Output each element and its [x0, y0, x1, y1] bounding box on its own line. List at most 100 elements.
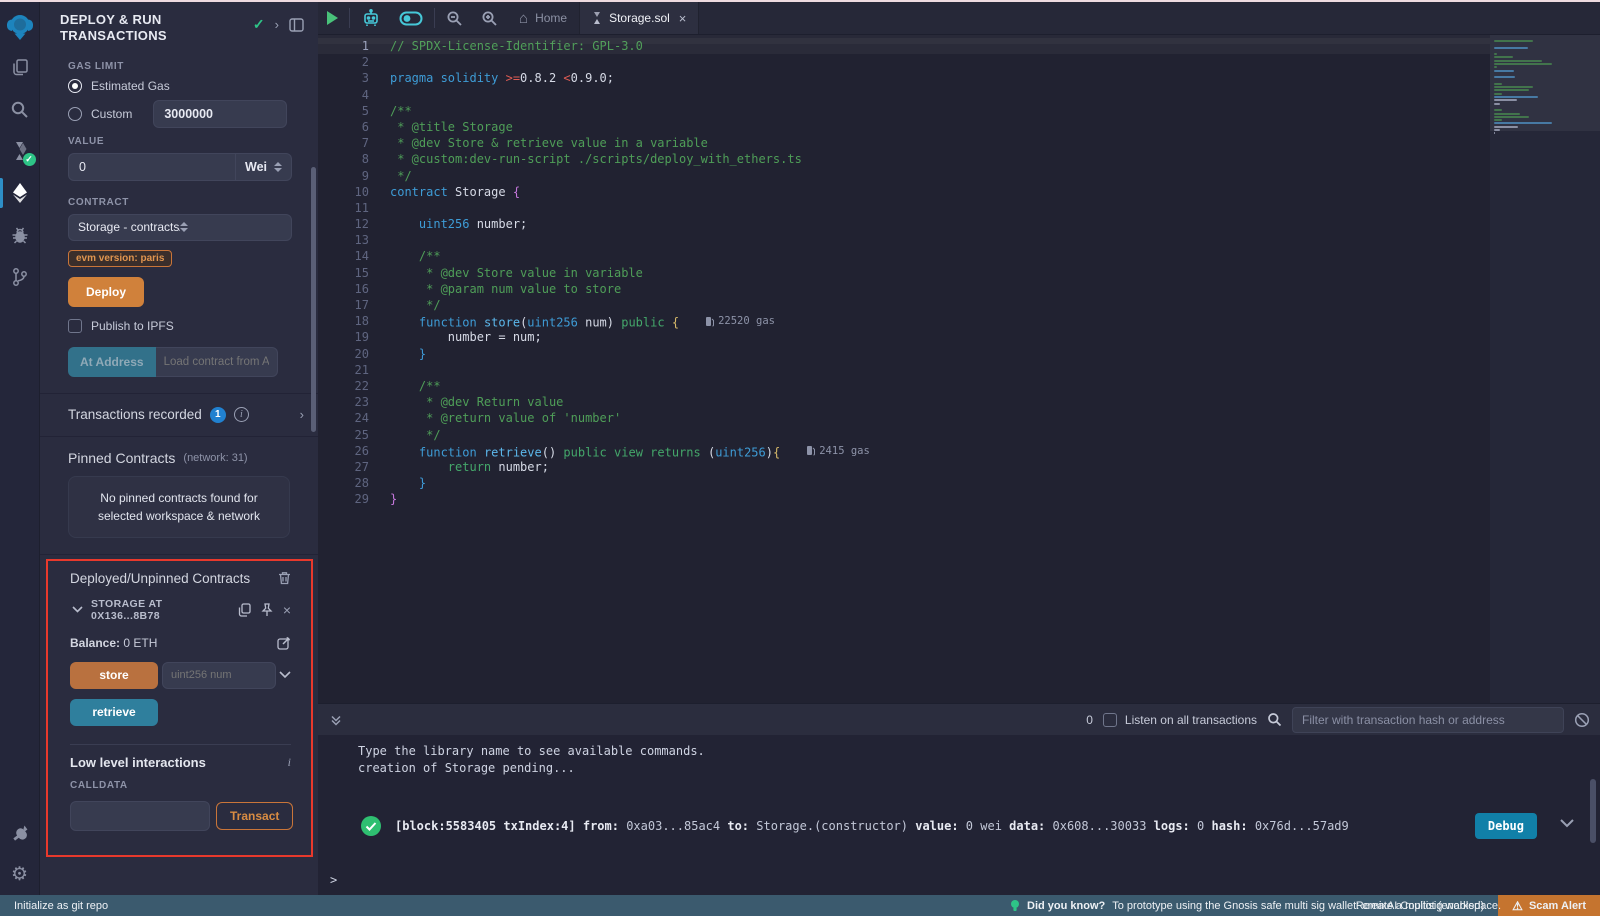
calldata-label: CALLDATA — [70, 780, 291, 791]
expand-args-icon[interactable] — [279, 671, 291, 679]
terminal-header: 0 Listen on all transactions — [318, 704, 1600, 735]
code-line: 8 * @custom:dev-run-script ./scripts/dep… — [318, 151, 1490, 167]
pin-panel-icon[interactable] — [289, 18, 304, 32]
pinned-network-label: (network: 31) — [183, 452, 247, 464]
panel-forward-icon[interactable]: › — [275, 17, 279, 32]
transact-button[interactable]: Transact — [216, 802, 293, 830]
copy-icon[interactable] — [238, 603, 251, 617]
store-argument-input[interactable] — [162, 662, 276, 689]
low-level-info-icon[interactable]: i — [288, 755, 291, 770]
code-line: 4 — [318, 87, 1490, 103]
compile-success-badge: ✓ — [23, 153, 36, 166]
code-line: 26 function retrieve() public view retur… — [318, 443, 1490, 459]
remix-logo[interactable] — [3, 10, 37, 46]
info-icon[interactable]: i — [234, 407, 249, 422]
transaction-count: 0 — [1086, 713, 1093, 727]
minimap[interactable] — [1490, 35, 1600, 703]
scam-alert-button[interactable]: ⚠ Scam Alert — [1498, 895, 1600, 916]
search-icon — [10, 100, 29, 119]
zoom-in-button[interactable] — [472, 2, 507, 34]
panel-scrollbar[interactable] — [311, 167, 316, 432]
code-line: 11 — [318, 200, 1490, 216]
zoom-out-icon — [446, 10, 463, 27]
terminal-line: creation of Storage pending... — [318, 760, 1600, 777]
collapse-terminal-icon[interactable] — [330, 714, 342, 726]
estimated-gas-label: Estimated Gas — [91, 79, 170, 93]
zoom-out-button[interactable] — [437, 2, 472, 34]
at-address-button[interactable]: At Address — [68, 347, 156, 377]
code-line: 3pragma solidity >=0.8.2 <0.9.0; — [318, 70, 1490, 86]
sidebar-item-deploy-run[interactable] — [0, 172, 40, 214]
deploy-run-panel: DEPLOY & RUN TRANSACTIONS ✓ › GAS LIMIT … — [40, 2, 318, 895]
at-address-input[interactable] — [156, 347, 278, 377]
contract-instance-title[interactable]: STORAGE AT 0X136...8B78 — [91, 598, 228, 622]
terminal-filter-input[interactable] — [1292, 707, 1564, 733]
success-check-icon — [360, 815, 382, 837]
store-function-button[interactable]: store — [70, 662, 158, 689]
value-unit-select[interactable]: Wei — [236, 153, 292, 181]
solidity-file-icon — [592, 11, 602, 25]
code-line: 16 * @param num value to store — [318, 281, 1490, 297]
sidebar-item-plugin-manager[interactable] — [0, 811, 40, 853]
terminal-prompt[interactable]: > — [330, 873, 337, 887]
file-explorer-icon — [10, 57, 30, 77]
terminal-scrollbar[interactable] — [1590, 779, 1596, 843]
custom-gas-input[interactable] — [153, 100, 287, 128]
ai-copilot-button[interactable] — [352, 2, 390, 34]
calldata-input[interactable] — [70, 801, 210, 831]
tab-storage-sol[interactable]: Storage.sol × — [580, 2, 699, 34]
sidebar-item-solidity-compiler[interactable]: ✓ — [0, 130, 40, 172]
trash-icon[interactable] — [278, 571, 291, 585]
sidebar-item-settings[interactable]: ⚙ — [0, 853, 40, 895]
pin-icon[interactable] — [261, 603, 273, 617]
sidebar-item-search[interactable] — [0, 88, 40, 130]
code-line: 28 } — [318, 475, 1490, 491]
transaction-summary: [block:5583405 txIndex:4] from: 0xa03...… — [395, 813, 1462, 834]
code-line: 27 return number; — [318, 459, 1490, 475]
close-instance-icon[interactable]: × — [283, 602, 291, 618]
run-script-button[interactable] — [318, 2, 347, 34]
status-bar: Initialize as git repo Did you know? To … — [0, 895, 1600, 916]
code-line: 29} — [318, 491, 1490, 507]
retrieve-function-button[interactable]: retrieve — [70, 699, 158, 726]
custom-gas-radio[interactable] — [68, 107, 82, 121]
code-line: 2 — [318, 54, 1490, 70]
deploy-run-icon — [10, 182, 30, 204]
edit-icon[interactable] — [277, 636, 291, 650]
clear-filter-icon[interactable] — [1574, 712, 1590, 728]
sidebar-item-file-explorer[interactable] — [0, 46, 40, 88]
contract-updown-icon — [180, 222, 282, 232]
code-line: 12 uint256 number; — [318, 216, 1490, 232]
transactions-recorded-section[interactable]: Transactions recorded 1 i › — [40, 394, 318, 436]
debug-button[interactable]: Debug — [1475, 813, 1537, 839]
gas-estimate-badge: 22520 gas — [705, 313, 775, 329]
code-line: 6 * @title Storage — [318, 119, 1490, 135]
copilot-toggle[interactable] — [390, 2, 432, 34]
deploy-button[interactable]: Deploy — [68, 277, 144, 307]
toggle-on-icon — [399, 11, 423, 26]
value-input[interactable] — [68, 153, 236, 181]
play-icon — [327, 11, 338, 25]
sidebar-item-debugger[interactable] — [0, 214, 40, 256]
deployed-contracts-title: Deployed/Unpinned Contracts — [70, 571, 250, 586]
git-init-status[interactable]: Initialize as git repo — [0, 900, 108, 912]
balance-text: Balance: 0 ETH — [70, 636, 157, 650]
gas-limit-label: GAS LIMIT — [68, 61, 292, 72]
terminal-output[interactable]: Type the library name to see available c… — [318, 735, 1600, 895]
listen-all-checkbox[interactable] — [1103, 713, 1117, 727]
remix-ide-window: ✓ — [0, 0, 1600, 920]
code-editor[interactable]: 1// SPDX-License-Identifier: GPL-3.023pr… — [318, 35, 1490, 703]
debugger-icon — [10, 225, 30, 245]
sidebar-item-git[interactable] — [0, 256, 40, 298]
publish-ipfs-checkbox[interactable] — [68, 319, 82, 333]
chevron-down-icon[interactable] — [72, 606, 83, 613]
transactions-recorded-label: Transactions recorded — [68, 407, 202, 422]
expand-log-icon[interactable] — [1560, 819, 1574, 828]
contract-select[interactable]: Storage - contracts/Storage.sol — [68, 214, 292, 241]
close-tab-icon[interactable]: × — [679, 11, 687, 26]
chevron-right-icon[interactable]: › — [300, 407, 304, 422]
transaction-log-row[interactable]: [block:5583405 txIndex:4] from: 0xa03...… — [318, 813, 1600, 839]
estimated-gas-radio[interactable] — [68, 79, 82, 93]
code-line: 7 * @dev Store & retrieve value in a var… — [318, 135, 1490, 151]
tab-home[interactable]: ⌂ Home — [507, 2, 580, 34]
